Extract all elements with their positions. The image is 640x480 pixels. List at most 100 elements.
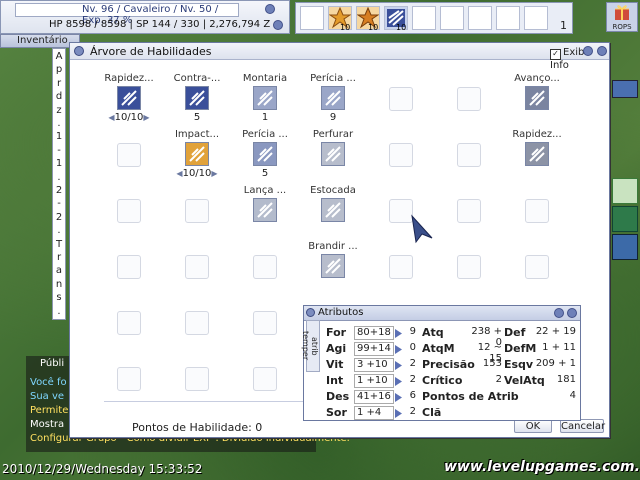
derived-stat-value: 4 bbox=[569, 390, 576, 401]
hotkey-bar: 10 10 10 1 bbox=[295, 2, 573, 34]
derived-stat-label: Clã bbox=[422, 406, 442, 419]
vertical-char: . bbox=[57, 225, 61, 237]
level-up-arrow-icon[interactable]: ▶ bbox=[211, 169, 217, 178]
skill-item[interactable]: Estocada bbox=[303, 185, 363, 224]
derived-stat-label: AtqM bbox=[422, 342, 455, 355]
hotkey-slot[interactable] bbox=[412, 6, 436, 30]
empty-skill-slot bbox=[457, 255, 481, 279]
hp-sp-zeny-text: HP 8598 / 8598 | SP 144 / 330 | 2,276,79… bbox=[49, 19, 271, 30]
vertical-char: . bbox=[57, 118, 61, 129]
stat-value: 3 +10 bbox=[354, 358, 394, 372]
level-up-arrow-icon[interactable]: ▶ bbox=[143, 113, 149, 122]
chat-line: Sua ve bbox=[30, 391, 65, 402]
skill-name: Avanço... bbox=[514, 73, 560, 84]
skill-points-label: Pontos de Habilidade: 0 bbox=[132, 421, 263, 434]
vertical-char: T bbox=[55, 238, 63, 250]
derived-stat-label: Esqv bbox=[504, 358, 534, 371]
hotkey-page-number: 1 bbox=[560, 19, 567, 32]
chat-line: Você fo bbox=[30, 377, 67, 388]
inventory-title: Inventário bbox=[17, 35, 68, 46]
riding-icon[interactable] bbox=[253, 86, 277, 110]
stat-row: Agi 99+14 0 AtqM 12 ~ 15 DefM 1 + 11 bbox=[326, 342, 576, 364]
derived-stat-label: Atq bbox=[422, 326, 444, 339]
hotkey-slot[interactable] bbox=[440, 6, 464, 30]
skill-level: 5 bbox=[261, 168, 269, 179]
rops-label: ROPS bbox=[612, 23, 632, 31]
two-hand-quicken-icon[interactable] bbox=[117, 86, 141, 110]
skill-item[interactable]: Brandir ... bbox=[303, 241, 363, 280]
skill-name: Lança ... bbox=[243, 185, 287, 196]
hotkey-slot[interactable] bbox=[468, 6, 492, 30]
vertical-char: z bbox=[56, 104, 62, 116]
vertical-char: r bbox=[56, 252, 62, 263]
buff-icon bbox=[612, 206, 638, 232]
collapse-icon[interactable] bbox=[273, 20, 283, 30]
spear-quicken-icon[interactable] bbox=[525, 142, 549, 166]
empty-skill-slot bbox=[389, 255, 413, 279]
vertical-char: 1 bbox=[55, 158, 63, 170]
inventory-titlebar[interactable]: Inventário bbox=[0, 34, 80, 48]
level-exp-box: Nv. 96 / Cavaleiro / Nv. 50 / Exp. 37 % bbox=[15, 3, 239, 26]
increase-stat-arrow-icon[interactable] bbox=[394, 392, 403, 402]
stat-cost: 0 bbox=[409, 342, 416, 353]
vertical-char: . bbox=[57, 171, 61, 183]
empty-skill-slot bbox=[389, 143, 413, 167]
skill-item[interactable]: Impact... ◀10/10▶ bbox=[167, 129, 227, 179]
minimize-icon[interactable] bbox=[265, 4, 275, 14]
vertical-char: 1 bbox=[55, 131, 63, 143]
skill-item[interactable]: Perfurar bbox=[303, 129, 363, 168]
auto-counter-icon[interactable] bbox=[185, 142, 209, 166]
site-watermark: www.levelupgames.com.br bbox=[444, 459, 640, 475]
skill-level: 1 bbox=[261, 112, 269, 123]
empty-skill-slot bbox=[525, 255, 549, 279]
skill-item[interactable]: Montaria 1 bbox=[235, 73, 295, 123]
skill-level: 9 bbox=[329, 112, 337, 123]
increase-stat-arrow-icon[interactable] bbox=[394, 328, 403, 338]
attributes-window: Atributos For 80+18 9 Atq 238 + 0 Def 22 + 19 A… bbox=[303, 305, 581, 421]
hotkey-slot[interactable] bbox=[524, 6, 548, 30]
stat-row: Des 41+16 6 Pontos de Atrib 4 bbox=[326, 390, 576, 405]
vertical-char: A bbox=[55, 51, 63, 62]
increase-stat-arrow-icon[interactable] bbox=[394, 344, 403, 354]
skill-item[interactable]: Perícia ... 5 bbox=[235, 129, 295, 179]
rops-button[interactable]: ROPS bbox=[606, 2, 638, 32]
spear-boomerang-icon[interactable] bbox=[253, 198, 277, 222]
skill-item[interactable]: Contra-... 5 bbox=[167, 73, 227, 123]
increase-stat-arrow-icon[interactable] bbox=[394, 360, 403, 370]
spear-mastery-icon[interactable] bbox=[321, 86, 345, 110]
increase-stat-arrow-icon[interactable] bbox=[394, 408, 403, 418]
stat-row: Int 1 +10 2 Crítico 2 VelAtq 181 bbox=[326, 374, 576, 389]
skill-item[interactable]: Rapidez... ◀10/10▶ bbox=[99, 73, 159, 123]
charge-attack-icon[interactable] bbox=[525, 86, 549, 110]
chat-tab-public[interactable]: Públi bbox=[40, 358, 64, 369]
skill-item[interactable]: Avanço... bbox=[507, 73, 567, 112]
skill-name: Contra-... bbox=[173, 73, 221, 84]
empty-skill-slot bbox=[117, 143, 141, 167]
spear-stab-icon[interactable] bbox=[321, 198, 345, 222]
hotkey-slot[interactable] bbox=[496, 6, 520, 30]
pierce-icon[interactable] bbox=[321, 142, 345, 166]
increase-stat-arrow-icon[interactable] bbox=[394, 376, 403, 386]
skill-item[interactable]: Lança ... bbox=[235, 185, 295, 224]
derived-stat-value: 2 bbox=[495, 374, 502, 385]
derived-stat-value: 1 + 11 bbox=[542, 342, 576, 353]
cavalry-mastery-icon[interactable] bbox=[253, 142, 277, 166]
skill-item[interactable]: Rapidez... bbox=[507, 129, 567, 168]
stat-row: Sor 1 +4 2 Clã bbox=[326, 406, 576, 421]
stat-cost: 6 bbox=[409, 390, 416, 401]
skill-level: 5 bbox=[193, 112, 201, 123]
counter-attack-icon[interactable] bbox=[185, 86, 209, 110]
vertical-char: p bbox=[55, 64, 63, 76]
skill-name: Perícia ... bbox=[310, 73, 356, 84]
stat-name: Des bbox=[326, 390, 350, 403]
skill-item[interactable]: Perícia ... 9 bbox=[303, 73, 363, 123]
stat-name: For bbox=[326, 326, 347, 339]
attributes-tabs[interactable]: atrib temper bbox=[301, 320, 320, 372]
brandish-spear-icon[interactable] bbox=[321, 254, 345, 278]
hotkey-count: 10 bbox=[396, 23, 407, 32]
hotkey-slot[interactable] bbox=[300, 6, 324, 30]
stat-cost: 2 bbox=[409, 406, 416, 417]
sidebar-panel[interactable] bbox=[612, 80, 638, 98]
empty-skill-slot bbox=[457, 199, 481, 223]
chat-line: Permite bbox=[30, 405, 69, 416]
